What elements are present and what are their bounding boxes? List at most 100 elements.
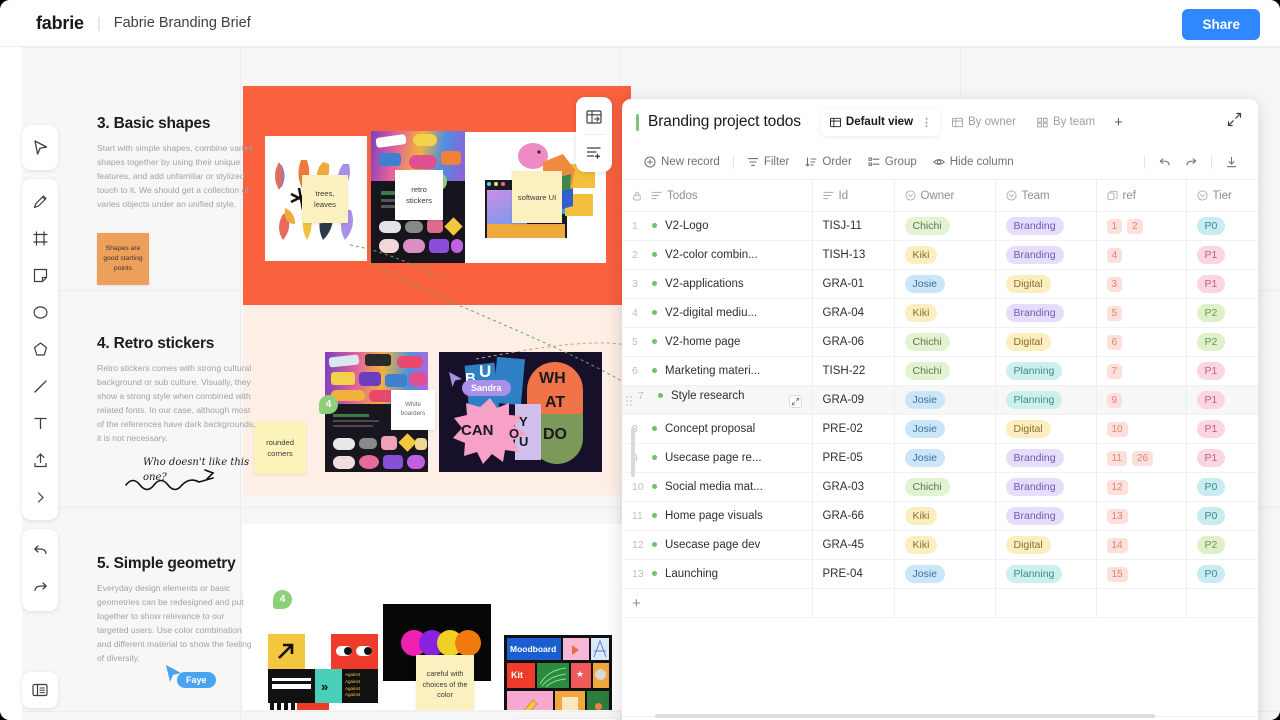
sticky-retro-stickers[interactable]: retro stickers xyxy=(395,170,443,220)
cell-id[interactable]: PRE-04 xyxy=(812,560,894,589)
cell-tier[interactable]: P2 xyxy=(1186,299,1258,328)
cell-id[interactable]: TISH-13 xyxy=(812,241,894,270)
sticky-shapes-start[interactable]: Shapes are good starting points xyxy=(97,233,149,285)
cell-todo[interactable]: 10Social media mat... xyxy=(622,473,812,502)
more-tools[interactable] xyxy=(22,479,58,516)
ref-chip[interactable]: 2 xyxy=(1127,219,1143,234)
cell-owner[interactable]: Kiki xyxy=(894,531,995,560)
cell-todo[interactable]: 1V2-Logo xyxy=(622,212,812,241)
canvas-toolbar[interactable] xyxy=(22,125,58,611)
column-header-tier[interactable]: Tier xyxy=(1186,180,1258,212)
table-row[interactable]: 11Home page visualsGRA-66KikiBranding13P… xyxy=(622,502,1258,531)
cell-owner[interactable]: Josie xyxy=(894,444,995,473)
redo-icon[interactable] xyxy=(1179,152,1204,173)
ref-chip[interactable]: 1 xyxy=(1107,219,1123,234)
cell-tier[interactable]: P0 xyxy=(1186,502,1258,531)
cell-team[interactable]: Branding xyxy=(995,212,1096,241)
ref-chip[interactable]: 14 xyxy=(1107,538,1128,553)
cell-ref[interactable]: 3 xyxy=(1096,270,1186,299)
infinite-canvas[interactable]: 4 xyxy=(0,47,1280,720)
cell-owner[interactable]: Chichi xyxy=(894,473,995,502)
column-header-todos[interactable]: Todos xyxy=(622,180,812,212)
new-record-button[interactable]: New record xyxy=(636,152,728,172)
text-tool[interactable] xyxy=(22,405,58,442)
cell-id[interactable]: GRA-03 xyxy=(812,473,894,502)
cell-todo[interactable]: 9Usecase page re... xyxy=(622,444,812,473)
add-row-cell[interactable]: + xyxy=(622,589,812,618)
cursor-tool[interactable] xyxy=(22,129,58,166)
sticky-careful-color[interactable]: careful with choices of the color xyxy=(416,655,474,710)
document-title[interactable]: Fabrie Branding Brief xyxy=(114,15,251,31)
table-panel[interactable]: Branding project todos Default view ⋮ xyxy=(622,99,1258,720)
cell-tier[interactable]: P0 xyxy=(1186,560,1258,589)
cell-todo[interactable]: 12Usecase page dev xyxy=(622,531,812,560)
cell-todo[interactable]: 7Style research xyxy=(622,386,812,415)
ref-chip[interactable]: 6 xyxy=(1107,335,1123,350)
table-row[interactable]: 7Style researchGRA-09JosiePlanning9P1 xyxy=(622,386,1258,415)
table-row[interactable]: 1V2-LogoTISJ-11ChichiBranding12P0 xyxy=(622,212,1258,241)
image-card-moodboard-kit[interactable]: Moodboard Kit ★ xyxy=(504,635,612,710)
cell-ref[interactable]: 5 xyxy=(1096,299,1186,328)
cell-ref[interactable]: 14 xyxy=(1096,531,1186,560)
ellipse-tool[interactable] xyxy=(22,294,58,331)
cell-team[interactable]: Branding xyxy=(995,473,1096,502)
column-header-team[interactable]: Team xyxy=(995,180,1096,212)
filter-button[interactable]: Filter xyxy=(739,152,798,172)
table-row[interactable]: 5V2-home pageGRA-06ChichiDigital6P2 xyxy=(622,328,1258,357)
cell-team[interactable]: Digital xyxy=(995,415,1096,444)
cell-ref[interactable]: 1126 xyxy=(1096,444,1186,473)
sticky-trees-leaves[interactable]: trees, leaves xyxy=(302,175,348,223)
ref-chip[interactable]: 5 xyxy=(1107,306,1123,321)
cell-tier[interactable]: P1 xyxy=(1186,444,1258,473)
cell-team[interactable]: Planning xyxy=(995,560,1096,589)
cell-todo[interactable]: 6Marketing materi... xyxy=(622,357,812,386)
cell-todo[interactable]: 4V2-digital mediu... xyxy=(622,299,812,328)
add-row[interactable]: + xyxy=(622,589,1258,618)
cell-owner[interactable]: Josie xyxy=(894,415,995,444)
table-row[interactable]: 2V2-color combin...TISH-13KikiBranding4P… xyxy=(622,241,1258,270)
cell-ref[interactable]: 4 xyxy=(1096,241,1186,270)
order-button[interactable]: Order xyxy=(797,152,859,172)
cell-id[interactable]: TISH-22 xyxy=(812,357,894,386)
panel-toggle-button[interactable] xyxy=(22,672,58,708)
cell-ref[interactable]: 12 xyxy=(1096,473,1186,502)
cell-team[interactable]: Planning xyxy=(995,386,1096,415)
cell-tier[interactable]: P0 xyxy=(1186,212,1258,241)
group-button[interactable]: Group xyxy=(860,152,925,172)
sticky-rounded-corners[interactable]: rounded corners xyxy=(254,422,306,474)
ref-chip[interactable]: 11 xyxy=(1107,451,1127,466)
note-basic-shapes[interactable]: 3. Basic shapes Start with simple shapes… xyxy=(97,115,257,212)
table-row[interactable]: 12Usecase page devGRA-45KikiDigital14P2 xyxy=(622,531,1258,560)
cell-id[interactable]: GRA-01 xyxy=(812,270,894,299)
comment-badge[interactable]: 4 xyxy=(319,395,338,414)
frame-tool[interactable] xyxy=(22,220,58,257)
sticky-software-ui[interactable]: software UI xyxy=(512,171,562,223)
cell-ref[interactable]: 13 xyxy=(1096,502,1186,531)
cell-team[interactable]: Branding xyxy=(995,502,1096,531)
cell-team[interactable]: Planning xyxy=(995,357,1096,386)
cell-team[interactable]: Branding xyxy=(995,299,1096,328)
add-view-button[interactable]: + xyxy=(1107,111,1130,134)
upload-tool[interactable] xyxy=(22,442,58,479)
cell-id[interactable]: GRA-09 xyxy=(812,386,894,415)
cell-ref[interactable]: 6 xyxy=(1096,328,1186,357)
share-button[interactable]: Share xyxy=(1182,9,1260,40)
table-row[interactable]: 9Usecase page re...PRE-05JosieBranding11… xyxy=(622,444,1258,473)
ref-chip[interactable]: 13 xyxy=(1107,509,1128,524)
ref-chip[interactable]: 4 xyxy=(1107,248,1123,263)
table-title[interactable]: Branding project todos xyxy=(648,113,801,131)
cell-owner[interactable]: Josie xyxy=(894,270,995,299)
column-header-ref[interactable]: ref xyxy=(1096,180,1186,212)
cell-todo[interactable]: 2V2-color combin... xyxy=(622,241,812,270)
sticky-note-tool[interactable] xyxy=(22,257,58,294)
ref-chip[interactable]: 3 xyxy=(1107,277,1123,292)
table-row[interactable]: 3V2-applicationsGRA-01JosieDigital3P1 xyxy=(622,270,1258,299)
cell-id[interactable]: GRA-04 xyxy=(812,299,894,328)
view-tab-menu-icon[interactable]: ⋮ xyxy=(921,116,931,129)
cell-tier[interactable]: P1 xyxy=(1186,270,1258,299)
cell-ref[interactable]: 12 xyxy=(1096,212,1186,241)
cell-todo[interactable]: 8Concept proposal xyxy=(622,415,812,444)
cell-tier[interactable]: P1 xyxy=(1186,386,1258,415)
note-retro-stickers[interactable]: 4. Retro stickers Retro stickers comes w… xyxy=(97,335,257,446)
cell-id[interactable]: PRE-05 xyxy=(812,444,894,473)
